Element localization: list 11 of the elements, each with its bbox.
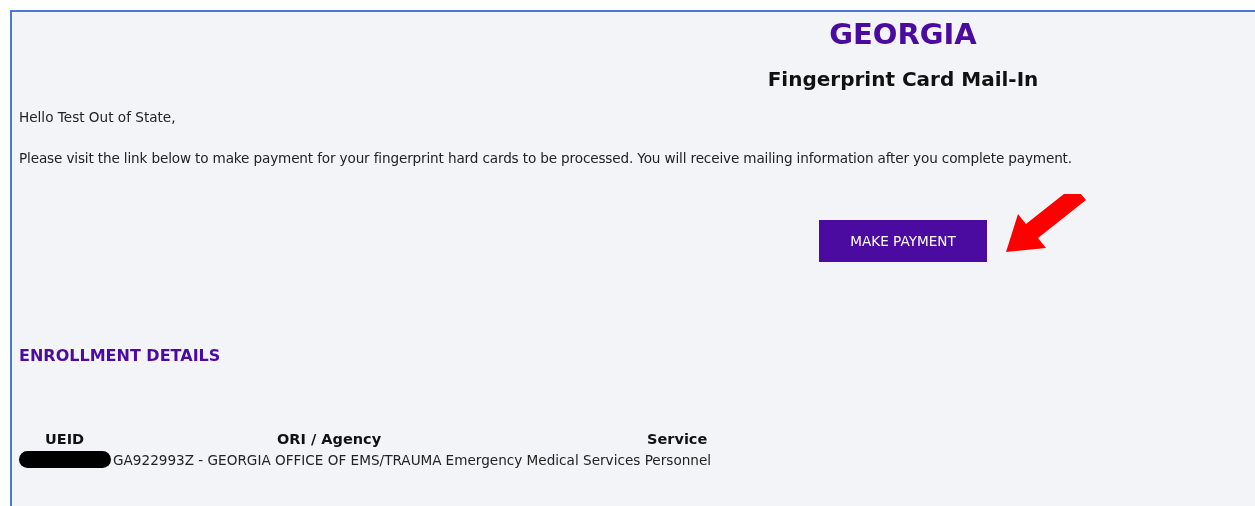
column-header: UEID <box>44 431 86 447</box>
greeting-text: Hello Test Out of State, <box>19 108 177 126</box>
payment-message: Please visit the link below to make payment for your fingerprint hard cards to be processed. You will receive mailing information after you complete payment. <box>19 149 1073 167</box>
service-cell: Emergency Medical Services Personnel <box>445 451 712 468</box>
page-title: Fingerprint Card Mail-In <box>767 66 1039 92</box>
make-payment-button[interactable]: MAKE PAYMENT <box>819 220 987 262</box>
column-header: Service <box>647 431 709 447</box>
column-header: ORI / Agency <box>277 431 383 447</box>
section-heading: ENROLLMENT DETAILS <box>19 346 222 365</box>
agency-cell: GA922993Z - GEORGIA OFFICE OF EMS/TRAUMA <box>113 451 442 468</box>
state-title: GEORGIA <box>829 16 977 52</box>
